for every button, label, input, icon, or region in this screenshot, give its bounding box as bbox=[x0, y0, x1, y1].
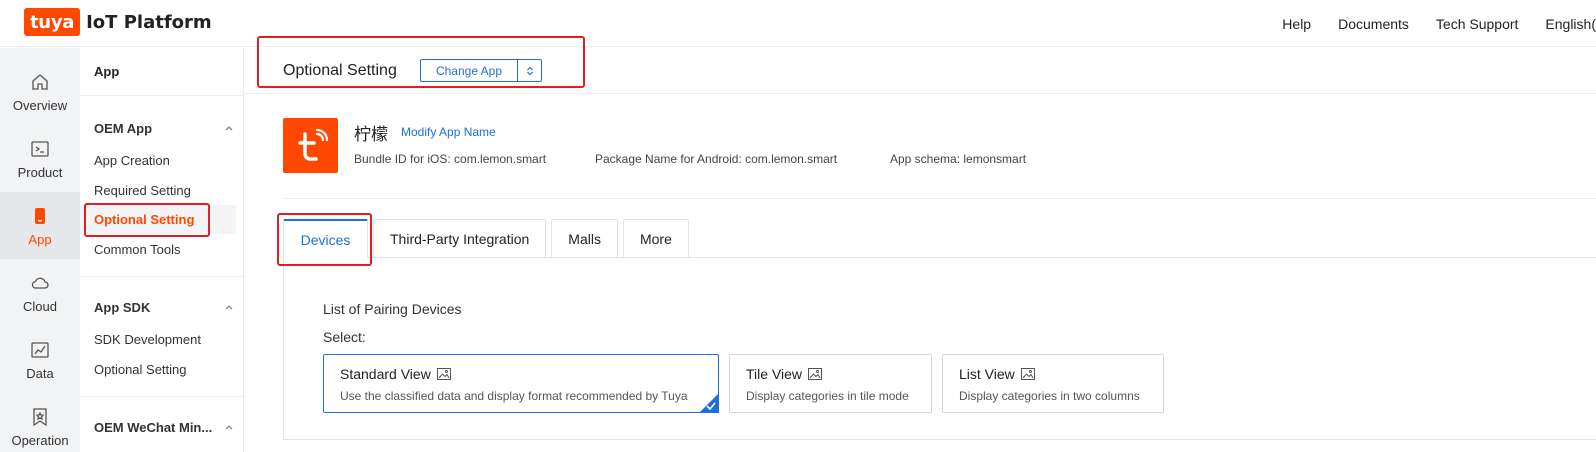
app-icon bbox=[283, 118, 338, 173]
menu-head: App bbox=[94, 64, 120, 79]
menu-group-app-sdk[interactable]: App SDK bbox=[94, 300, 234, 315]
rail-label: Data bbox=[26, 366, 54, 381]
menu-group-oem-wechat[interactable]: OEM WeChat Min... bbox=[94, 420, 234, 435]
tab-more[interactable]: More bbox=[622, 219, 689, 257]
menu-item-optional-setting[interactable]: Optional Setting bbox=[80, 205, 236, 234]
nav-help[interactable]: Help bbox=[1282, 16, 1311, 32]
view-card-standard[interactable]: Standard View Use the classified data an… bbox=[323, 354, 719, 413]
view-title: List View bbox=[959, 366, 1035, 382]
badge-icon bbox=[33, 408, 47, 427]
chevron-up-icon bbox=[225, 126, 233, 131]
chevron-up-icon bbox=[225, 305, 233, 310]
menu-item-required-setting[interactable]: Required Setting bbox=[80, 176, 236, 205]
rail-item-operation[interactable]: Operation bbox=[0, 393, 80, 452]
tab-third-party-integration[interactable]: Third-Party Integration bbox=[373, 219, 547, 257]
devices-panel: List of Pairing Devices Select: Standard… bbox=[283, 257, 1596, 440]
info-divider bbox=[283, 198, 1596, 199]
settings-tabs: Devices Third-Party Integration Malls Mo… bbox=[283, 219, 694, 258]
main-content: Optional Setting Change App 柠檬 Modify Ap… bbox=[244, 48, 1596, 452]
menu-group-label: OEM App bbox=[94, 121, 153, 136]
rail-item-overview[interactable]: Overview bbox=[0, 58, 80, 125]
view-title-text: List View bbox=[959, 366, 1015, 382]
view-desc: Display categories in tile mode bbox=[746, 389, 909, 403]
rail-label: Overview bbox=[12, 98, 68, 113]
icon-rail: Overview Product App Cloud Data Operatio… bbox=[0, 48, 80, 452]
tab-devices[interactable]: Devices bbox=[283, 219, 368, 258]
check-icon bbox=[706, 402, 716, 410]
change-app-label: Change App bbox=[421, 60, 518, 81]
menu-item-sdk-optional-setting[interactable]: Optional Setting bbox=[80, 355, 236, 384]
page-title: Optional Setting bbox=[283, 62, 397, 79]
image-icon[interactable] bbox=[1020, 368, 1035, 380]
rail-item-app[interactable]: App bbox=[0, 192, 80, 259]
rail-item-product[interactable]: Product bbox=[0, 125, 80, 192]
cloud-icon bbox=[31, 277, 49, 289]
nav-tech-support[interactable]: Tech Support bbox=[1436, 16, 1519, 32]
chevron-updown-icon bbox=[526, 66, 533, 75]
menu-divider bbox=[80, 396, 244, 397]
rail-label: Operation bbox=[11, 433, 69, 448]
logo-badge: tuya bbox=[24, 8, 81, 36]
dropdown-arrow[interactable] bbox=[518, 60, 541, 81]
menu-item-sdk-development[interactable]: SDK Development bbox=[80, 325, 236, 354]
nav-documents[interactable]: Documents bbox=[1338, 16, 1409, 32]
rail-item-cloud[interactable]: Cloud bbox=[0, 259, 80, 326]
panel-title: List of Pairing Devices bbox=[323, 301, 462, 317]
home-icon bbox=[32, 74, 48, 90]
view-card-list[interactable]: List View Display categories in two colu… bbox=[942, 354, 1164, 413]
menu-divider bbox=[80, 95, 244, 96]
menu-item-common-tools[interactable]: Common Tools bbox=[80, 235, 236, 264]
page-title-bar: Optional Setting Change App bbox=[244, 48, 1596, 94]
top-nav: Help Documents Tech Support English( bbox=[1282, 0, 1596, 47]
menu-group-oem-app[interactable]: OEM App bbox=[94, 121, 234, 136]
app-name: 柠檬 bbox=[354, 125, 388, 144]
package-name: Package Name for Android: com.lemon.smar… bbox=[595, 152, 838, 166]
view-desc: Display categories in two columns bbox=[959, 389, 1140, 403]
top-header: tuya IoT Platform Help Documents Tech Su… bbox=[0, 0, 1596, 47]
bundle-id: Bundle ID for iOS: com.lemon.smart bbox=[354, 152, 547, 166]
tab-malls[interactable]: Malls bbox=[551, 219, 618, 257]
view-title-text: Standard View bbox=[340, 366, 431, 382]
rail-label: App bbox=[28, 232, 52, 247]
menu-group-label: App SDK bbox=[94, 300, 151, 315]
view-title: Tile View bbox=[746, 366, 823, 382]
secondary-menu: App OEM App App Creation Required Settin… bbox=[80, 48, 244, 452]
app-logo-icon bbox=[297, 128, 328, 161]
menu-item-app-creation[interactable]: App Creation bbox=[80, 146, 236, 175]
view-title: Standard View bbox=[340, 366, 451, 382]
menu-divider bbox=[80, 276, 244, 277]
tuya-logo[interactable]: tuya IoT Platform bbox=[24, 8, 212, 36]
chart-icon bbox=[31, 342, 49, 358]
menu-group-label: OEM WeChat Min... bbox=[94, 420, 213, 435]
app-schema: App schema: lemonsmart bbox=[890, 152, 1027, 166]
image-icon[interactable] bbox=[808, 368, 823, 380]
chevron-up-icon bbox=[225, 425, 233, 430]
platform-title: IoT Platform bbox=[86, 11, 212, 33]
rail-item-data[interactable]: Data bbox=[0, 326, 80, 393]
view-title-text: Tile View bbox=[746, 366, 803, 382]
rail-label: Product bbox=[17, 165, 63, 180]
nav-language[interactable]: English( bbox=[1545, 16, 1596, 32]
view-card-tile[interactable]: Tile View Display categories in tile mod… bbox=[729, 354, 932, 413]
change-app-select[interactable]: Change App bbox=[420, 59, 542, 82]
image-icon[interactable] bbox=[436, 368, 451, 380]
phone-icon bbox=[35, 208, 45, 224]
rail-label: Cloud bbox=[23, 299, 57, 314]
view-desc: Use the classified data and display form… bbox=[340, 389, 688, 403]
select-label: Select: bbox=[323, 329, 366, 345]
modify-app-name-link[interactable]: Modify App Name bbox=[401, 125, 496, 139]
terminal-icon bbox=[31, 141, 49, 157]
